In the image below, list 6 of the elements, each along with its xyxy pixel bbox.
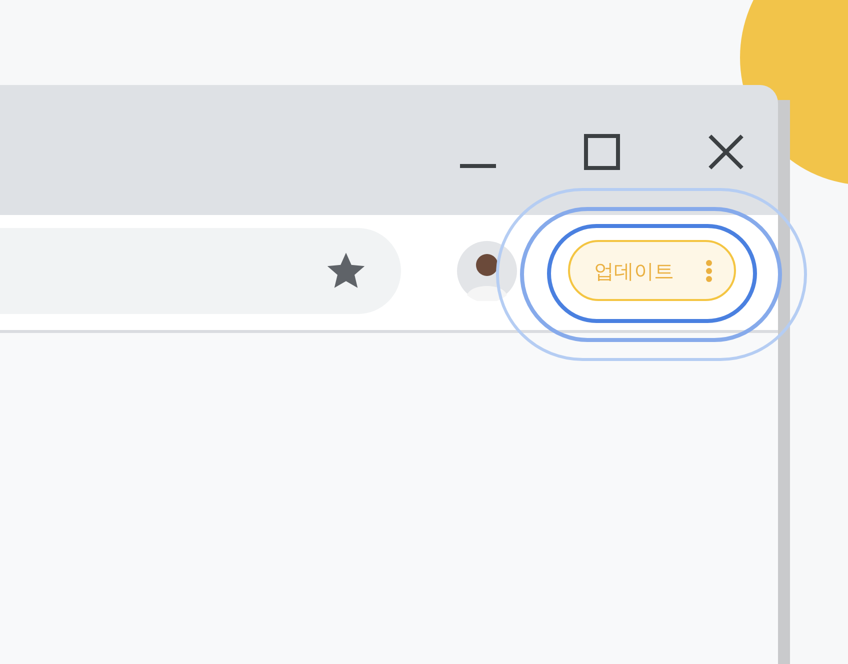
more-icon — [706, 260, 712, 282]
maximize-icon[interactable] — [584, 134, 620, 170]
close-icon[interactable] — [708, 134, 744, 170]
star-icon[interactable] — [325, 250, 367, 290]
update-button[interactable]: 업데이트 — [568, 240, 736, 301]
avatar-icon[interactable] — [457, 240, 517, 300]
